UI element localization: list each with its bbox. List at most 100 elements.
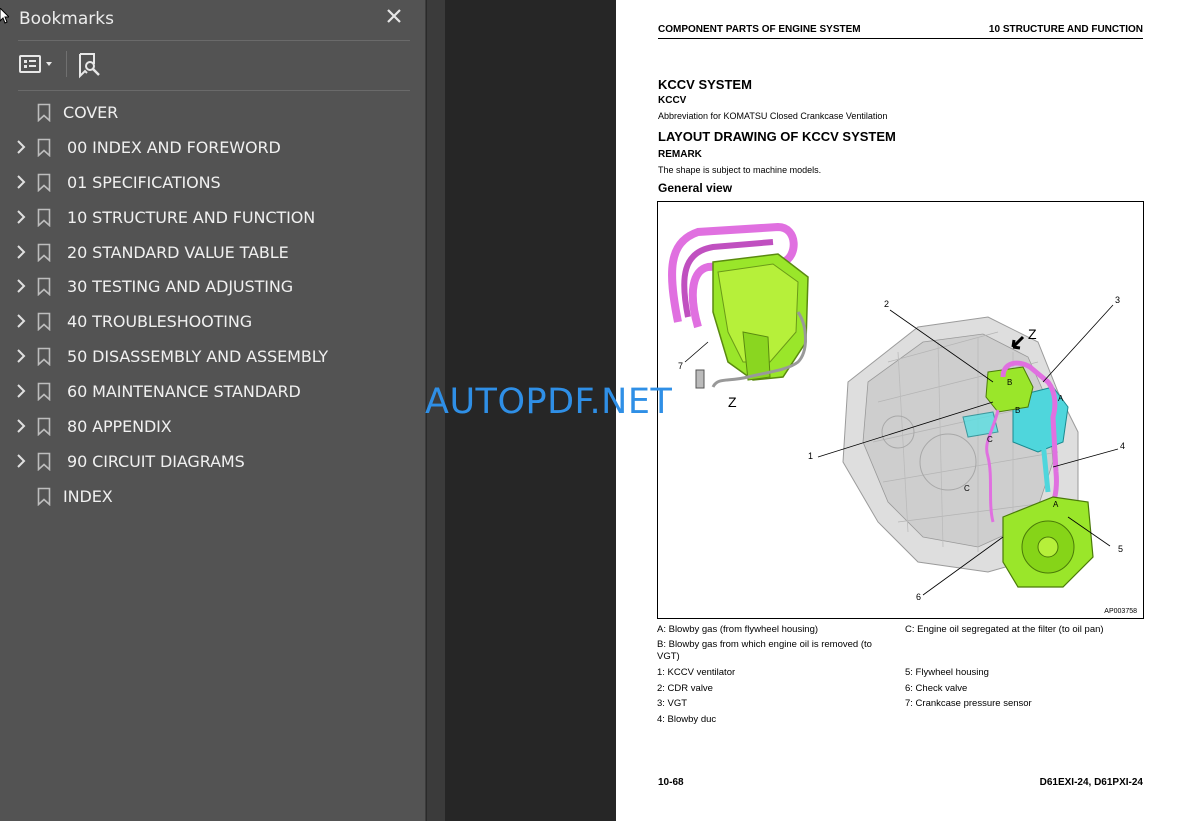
paragraph: The shape is subject to machine models.	[658, 165, 822, 175]
bookmark-item-troubleshooting[interactable]: 40 TROUBLESHOOTING	[0, 304, 426, 339]
chevron-right-icon[interactable]	[15, 139, 27, 155]
bookmark-item-standard-value-table[interactable]: 20 STANDARD VALUE TABLE	[0, 235, 426, 270]
section-heading: KCCV SYSTEM	[658, 77, 752, 92]
close-icon[interactable]	[384, 6, 404, 28]
bookmark-item-structure-function[interactable]: 10 STRUCTURE AND FUNCTION	[0, 200, 426, 235]
list-options-button[interactable]	[18, 51, 58, 79]
bookmark-label: INDEX	[63, 486, 113, 506]
bookmark-icon	[37, 278, 51, 297]
bookmark-label: 30 TESTING AND ADJUSTING	[67, 277, 294, 297]
page-header-left: COMPONENT PARTS OF ENGINE SYSTEM	[658, 24, 861, 35]
bookmark-label: 60 MAINTENANCE STANDARD	[67, 382, 301, 402]
bookmark-icon	[37, 452, 51, 471]
bookmark-icon	[37, 487, 51, 506]
bookmark-icon	[37, 243, 51, 262]
chevron-right-icon[interactable]	[15, 174, 27, 190]
divider	[18, 90, 410, 91]
flow-label-c: C	[964, 484, 970, 493]
bookmark-icon	[37, 313, 51, 332]
list-options-icon	[19, 55, 52, 73]
bookmark-item-index[interactable]: INDEX	[0, 479, 426, 514]
bookmarks-title: Bookmarks	[19, 9, 114, 29]
callout-1: 1	[808, 451, 813, 461]
bookmarks-toolbar	[0, 46, 426, 86]
inset-view-z	[668, 222, 809, 389]
page-number: 10-68	[658, 777, 684, 788]
bookmark-label: 40 TROUBLESHOOTING	[67, 312, 253, 332]
chevron-right-icon[interactable]	[15, 209, 27, 225]
engine-diagram: 1 2 3 4 5 6 7 Z Z A A B B C C AP003758	[657, 201, 1144, 619]
bookmark-label: 90 CIRCUIT DIAGRAMS	[67, 451, 245, 471]
label-z-main: Z	[1028, 326, 1037, 342]
legend-3: 3: VGT	[657, 698, 688, 709]
bookmark-item-maintenance-standard[interactable]: 60 MAINTENANCE STANDARD	[0, 374, 426, 409]
bookmarks-header: Bookmarks	[0, 0, 426, 38]
chevron-right-icon[interactable]	[15, 313, 27, 329]
legend-c: C: Engine oil segregated at the filter (…	[905, 624, 1104, 635]
callout-4: 4	[1120, 441, 1125, 451]
kccv-ventilator	[985, 366, 1034, 413]
bookmark-icon	[37, 417, 51, 437]
bookmark-item-specifications[interactable]: 01 SPECIFICATIONS	[0, 165, 426, 200]
bookmark-label: 00 INDEX AND FOREWORD	[67, 137, 281, 157]
callout-3: 3	[1115, 295, 1120, 305]
engine-illustration: 1 2 3 4 5 6 7 Z Z A A B B C C	[668, 222, 1125, 602]
bookmark-item-cover[interactable]: COVER	[0, 95, 426, 130]
callout-5: 5	[1118, 544, 1123, 554]
find-bookmark-button[interactable]	[76, 51, 104, 79]
bookmark-icon	[37, 138, 51, 157]
chevron-right-icon[interactable]	[15, 244, 27, 260]
label-z-inset: Z	[728, 394, 737, 410]
flow-label-a: A	[1058, 394, 1064, 403]
toolbar-separator	[66, 51, 67, 77]
document-page: COMPONENT PARTS OF ENGINE SYSTEM 10 STRU…	[616, 0, 1200, 821]
bookmark-label: 20 STANDARD VALUE TABLE	[67, 242, 289, 262]
bookmark-item-disassembly-assembly[interactable]: 50 DISASSEMBLY AND ASSEMBLY	[0, 339, 426, 374]
flow-label-a: A	[1053, 500, 1059, 509]
paragraph: Abbreviation for KOMATSU Closed Crankcas…	[658, 111, 888, 121]
bookmark-item-testing-adjusting[interactable]: 30 TESTING AND ADJUSTING	[0, 269, 426, 304]
section-heading: LAYOUT DRAWING OF KCCV SYSTEM	[658, 129, 896, 144]
page-header-right: 10 STRUCTURE AND FUNCTION	[988, 24, 1143, 35]
bookmark-label: 50 DISASSEMBLY AND ASSEMBLY	[67, 347, 329, 367]
bookmark-item-index-foreword[interactable]: 00 INDEX AND FOREWORD	[0, 130, 426, 165]
chevron-right-icon[interactable]	[15, 278, 27, 294]
bookmark-label: 01 SPECIFICATIONS	[67, 172, 221, 192]
subheading: KCCV	[658, 95, 687, 106]
legend-5: 5: Flywheel housing	[905, 667, 989, 678]
figure-title: General view	[658, 181, 733, 195]
legend-a: A: Blowby gas (from flywheel housing)	[657, 624, 819, 635]
bookmark-icon	[37, 382, 51, 402]
legend-6: 6: Check valve	[905, 683, 968, 694]
callout-7: 7	[678, 361, 683, 371]
header-rule	[658, 38, 1143, 39]
chevron-right-icon[interactable]	[15, 348, 27, 364]
legend-7: 7: Crankcase pressure sensor	[905, 698, 1032, 709]
callout-2: 2	[884, 299, 889, 309]
divider	[18, 40, 410, 41]
chevron-right-icon[interactable]	[15, 418, 27, 434]
bookmark-list: COVER 00 INDEX AND FOREWORD 01 SPECIFICA…	[0, 95, 426, 514]
bookmark-icon	[37, 347, 51, 367]
bookmark-search-icon	[79, 53, 100, 79]
bookmark-icon	[37, 208, 51, 227]
remark-heading: REMARK	[658, 149, 702, 160]
legend-2: 2: CDR valve	[657, 683, 713, 694]
bookmark-icon	[37, 103, 51, 122]
model-footer: D61EXI-24, D61PXI-24	[1039, 777, 1143, 788]
legend-4: 4: Blowby duc	[657, 714, 717, 725]
callout-6: 6	[916, 592, 921, 602]
bookmark-label: COVER	[63, 103, 119, 122]
flow-label-b: B	[1007, 378, 1012, 387]
figure-code: AP003758	[1104, 608, 1137, 615]
chevron-right-icon[interactable]	[15, 383, 27, 399]
watermark: AUTOPDF.NET	[425, 382, 673, 422]
chevron-right-icon[interactable]	[15, 453, 27, 469]
bookmark-item-appendix[interactable]: 80 APPENDIX	[0, 409, 426, 444]
flow-label-b: B	[1015, 406, 1020, 415]
flow-label-c: C	[987, 435, 993, 444]
bookmark-label: 80 APPENDIX	[67, 417, 172, 437]
bookmark-item-circuit-diagrams[interactable]: 90 CIRCUIT DIAGRAMS	[0, 444, 426, 479]
bookmark-label: 10 STRUCTURE AND FUNCTION	[67, 207, 316, 227]
bookmark-icon	[37, 173, 51, 192]
